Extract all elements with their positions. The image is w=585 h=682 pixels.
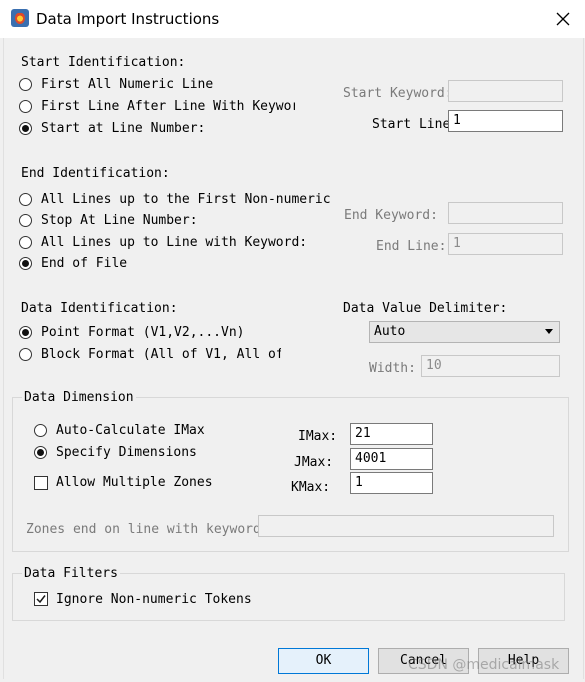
radio-button[interactable] (19, 348, 32, 361)
imax-label: IMax: (298, 429, 338, 444)
close-button[interactable] (546, 4, 580, 34)
delimiter-label: Data Value Delimiter: (343, 301, 508, 316)
radio-button-selected[interactable] (19, 326, 32, 339)
data-option-point-format[interactable]: Point Format (V1,V2,...Vn) (19, 325, 281, 343)
checkbox[interactable] (34, 476, 48, 490)
option-label: First All Numeric Line (41, 77, 214, 92)
end-keyword-input[interactable] (448, 202, 563, 224)
start-line-input[interactable]: 1 (448, 110, 563, 132)
app-logo-icon (11, 9, 29, 27)
ok-button[interactable]: OK (278, 648, 369, 674)
window-title: Data Import Instructions (36, 10, 220, 28)
end-line-input[interactable]: 1 (448, 233, 563, 255)
start-keyword-label: Start Keyword: (343, 86, 453, 101)
width-label: Width: (369, 361, 416, 376)
zones-keyword-label: Zones end on line with keyword: (26, 522, 258, 537)
ignore-non-numeric-checkbox[interactable]: Ignore Non-numeric Tokens (34, 592, 274, 610)
kmax-label: KMax: (291, 480, 331, 495)
option-label: Point Format (V1,V2,...Vn) (41, 325, 245, 340)
end-option-line-with-keyword[interactable]: All Lines up to Line with Keyword: (19, 235, 339, 253)
end-option-end-of-file[interactable]: End of File (19, 256, 339, 274)
option-label: Start at Line Number: (41, 121, 206, 136)
option-label: Specify Dimensions (56, 445, 197, 460)
radio-button[interactable] (19, 193, 32, 206)
imax-input[interactable]: 21 (350, 423, 433, 445)
option-label: All Lines up to Line with Keyword: (41, 235, 308, 250)
option-label: Block Format (All of V1, All of V2...) (41, 347, 281, 362)
check-mark-icon (36, 595, 46, 604)
radio-button[interactable] (19, 78, 32, 91)
dropdown-arrow-icon (545, 329, 553, 334)
option-label: All Lines up to the First Non-numeric (41, 192, 331, 207)
radio-button-selected[interactable] (19, 257, 32, 270)
start-option-line-number[interactable]: Start at Line Number: (19, 121, 295, 139)
start-option-first-numeric[interactable]: First All Numeric Line (19, 77, 295, 95)
zones-keyword-input[interactable] (258, 515, 554, 537)
data-identification-heading: Data Identification: (21, 301, 178, 316)
option-label: Stop At Line Number: (41, 213, 198, 228)
end-option-first-non-numeric[interactable]: All Lines up to the First Non-numeric (19, 192, 339, 210)
checkbox-label: Ignore Non-numeric Tokens (56, 592, 252, 607)
data-option-block-format[interactable]: Block Format (All of V1, All of V2...) (19, 347, 281, 365)
end-option-stop-at-line[interactable]: Stop At Line Number: (19, 213, 339, 231)
radio-button[interactable] (19, 214, 32, 227)
checkbox-checked[interactable] (34, 592, 48, 606)
start-keyword-input[interactable] (448, 80, 563, 102)
kmax-input[interactable]: 1 (350, 472, 433, 494)
radio-button-selected[interactable] (19, 122, 32, 135)
radio-button-selected[interactable] (34, 446, 47, 459)
watermark: CSDN @medicalmask (408, 657, 560, 673)
start-identification-heading: Start Identification: (21, 55, 186, 70)
close-icon (556, 12, 570, 26)
start-line-label: Start Line: (372, 117, 459, 132)
checkbox-label: Allow Multiple Zones (56, 475, 213, 490)
option-label: First Line After Line With Keyword (41, 99, 295, 114)
data-dimension-heading: Data Dimension (22, 390, 136, 405)
radio-button[interactable] (19, 236, 32, 249)
end-keyword-label: End Keyword: (344, 208, 438, 223)
jmax-input[interactable]: 4001 (350, 448, 433, 470)
delimiter-select[interactable]: Auto (369, 321, 560, 343)
end-line-label: End Line: (376, 239, 447, 254)
start-option-after-keyword[interactable]: First Line After Line With Keyword (19, 99, 295, 117)
jmax-label: JMax: (294, 455, 334, 470)
dimension-option-specify[interactable]: Specify Dimensions (34, 445, 206, 463)
option-label: Auto-Calculate IMax (56, 423, 205, 438)
dimension-option-auto-imax[interactable]: Auto-Calculate IMax (34, 423, 206, 441)
width-input[interactable]: 10 (421, 355, 560, 377)
option-label: End of File (41, 256, 128, 271)
allow-multiple-zones-checkbox[interactable]: Allow Multiple Zones (34, 475, 224, 493)
radio-button[interactable] (19, 100, 32, 113)
delimiter-value: Auto (374, 324, 406, 339)
end-identification-heading: End Identification: (21, 166, 170, 181)
data-filters-heading: Data Filters (22, 566, 120, 581)
radio-button[interactable] (34, 424, 47, 437)
